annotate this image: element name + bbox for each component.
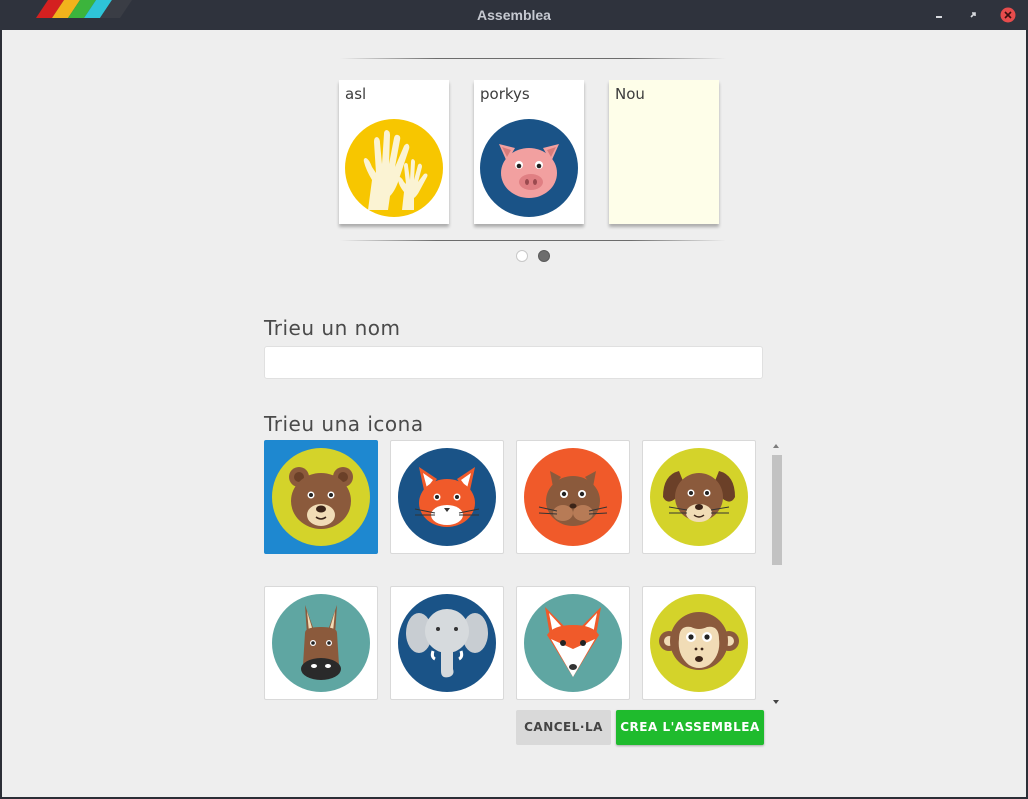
icon-option-monkey[interactable]	[642, 586, 756, 700]
fox-icon	[524, 594, 622, 692]
hands-icon	[345, 119, 443, 217]
create-assembly-button[interactable]: CREA L'ASSEMBLEA	[616, 710, 764, 745]
scroll-up-arrow-icon[interactable]	[773, 444, 779, 448]
assembly-card-asl[interactable]: asl	[339, 80, 449, 224]
cat-icon	[398, 448, 496, 546]
carousel-page-dot-1[interactable]	[516, 250, 528, 262]
maximize-button[interactable]	[964, 6, 982, 24]
icon-option-dog[interactable]	[642, 440, 756, 554]
monkey-icon	[650, 594, 748, 692]
assembly-card-porkys[interactable]: porkys	[474, 80, 584, 224]
bear-icon	[272, 448, 370, 546]
donkey-icon	[272, 594, 370, 692]
maximize-icon	[970, 12, 976, 18]
minimize-button[interactable]	[930, 6, 948, 24]
icon-option-fox[interactable]	[516, 586, 630, 700]
name-section-label: Trieu un nom	[264, 316, 401, 340]
card-label: porkys	[480, 85, 530, 103]
elephant-icon	[398, 594, 496, 692]
carousel-bottom-divider	[340, 240, 726, 241]
icon-list-scrollbar[interactable]	[772, 455, 782, 565]
pig-icon	[480, 119, 578, 217]
icon-option-hamster[interactable]	[516, 440, 630, 554]
icon-option-donkey[interactable]	[264, 586, 378, 700]
icon-option-bear[interactable]	[264, 440, 378, 554]
dog-icon	[650, 448, 748, 546]
card-label: Nou	[615, 85, 645, 103]
window-title: Assemblea	[477, 7, 551, 23]
icon-section-label: Trieu una icona	[264, 412, 424, 436]
scroll-down-arrow-icon[interactable]	[773, 700, 779, 704]
carousel-page-dot-2[interactable]	[538, 250, 550, 262]
hamster-icon	[524, 448, 622, 546]
assembly-name-input[interactable]	[264, 346, 763, 379]
new-assembly-card[interactable]: Nou	[609, 80, 719, 224]
card-label: asl	[345, 85, 367, 103]
cancel-button[interactable]: CANCEL·LA	[516, 710, 611, 745]
minimize-icon	[936, 16, 942, 18]
close-button[interactable]	[999, 6, 1017, 24]
icon-option-elephant[interactable]	[390, 586, 504, 700]
title-bar: Assemblea	[0, 0, 1028, 30]
carousel-top-divider	[340, 58, 726, 59]
icon-option-cat[interactable]	[390, 440, 504, 554]
close-icon	[1000, 7, 1016, 23]
main-content: asl porkys Nou Trieu un nom Trieu una ic…	[2, 30, 1026, 797]
